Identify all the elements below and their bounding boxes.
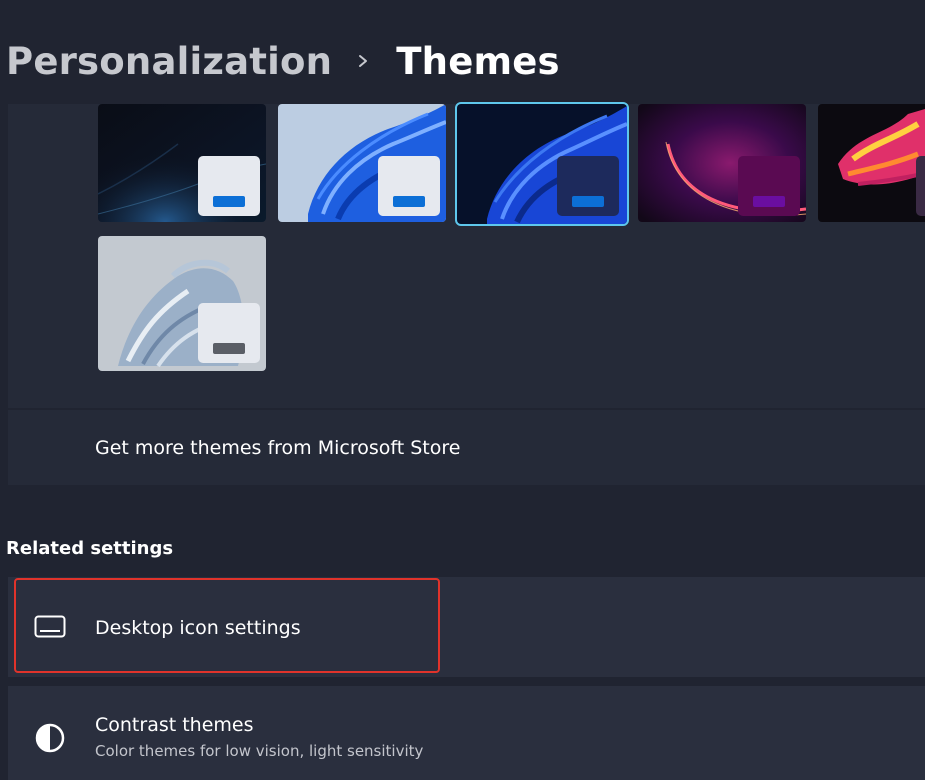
theme-wallpaper [818,104,925,222]
theme-swatch [198,303,260,363]
accent-bar [213,343,245,354]
get-more-themes-label: Get more themes from Microsoft Store [95,436,461,459]
contrast-themes-row[interactable]: Contrast themes Color themes for low vis… [8,686,925,780]
theme-tile-sunrise[interactable] [98,236,266,371]
chevron-right-icon [356,53,370,69]
breadcrumb-personalization[interactable]: Personalization [6,40,332,83]
accent-bar [213,196,245,207]
theme-swatch [198,156,260,216]
related-settings-heading: Related settings [6,538,174,559]
accent-bar [393,196,425,207]
themes-gallery [8,102,925,408]
theme-tile-glow[interactable] [638,104,806,222]
contrast-icon [34,722,66,758]
theme-tile-light-bloom[interactable] [278,104,446,222]
theme-swatch [738,156,800,216]
get-more-themes-link[interactable]: Get more themes from Microsoft Store [8,410,925,485]
theme-tile-dark-flow[interactable] [98,104,266,222]
desktop-icon-settings-label: Desktop icon settings [95,617,301,639]
theme-swatch [916,156,925,216]
theme-swatch [557,156,619,216]
theme-swatch [378,156,440,216]
page-title: Themes [396,39,560,83]
theme-tile-captured-motion[interactable] [818,104,925,222]
contrast-themes-label: Contrast themes [95,714,254,736]
breadcrumb: Personalization Themes [6,36,560,86]
accent-bar [572,196,604,207]
accent-bar [753,196,785,207]
desktop-icon-settings-row[interactable]: Desktop icon settings [8,577,925,677]
contrast-themes-description: Color themes for low vision, light sensi… [95,742,424,760]
monitor-icon [34,615,66,643]
theme-tile-dark-bloom[interactable] [455,102,629,226]
